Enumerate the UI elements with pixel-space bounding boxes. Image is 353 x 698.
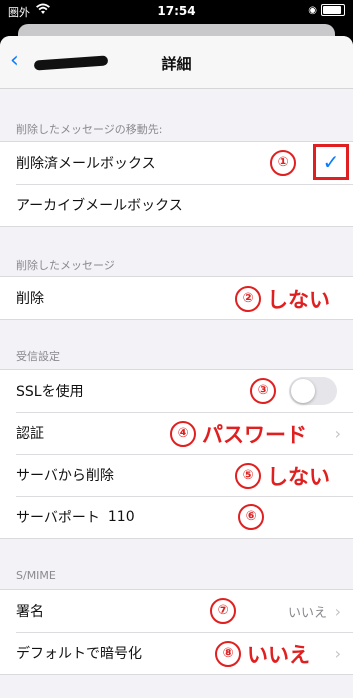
ssl-toggle[interactable] [289, 377, 337, 405]
smime-group: 署名 ⑦ いいえ › デフォルトで暗号化 ⑧ いいえ › [0, 589, 353, 675]
section-header-move-to: 削除したメッセージの移動先: [16, 123, 163, 136]
chevron-right-icon: › [334, 643, 341, 663]
list-item-archive-mailbox[interactable]: アーカイブメールボックス [0, 184, 353, 226]
list-item-encrypt[interactable]: デフォルトで暗号化 ⑧ いいえ › [0, 632, 353, 674]
list-item-delete[interactable]: 削除 ② しない [0, 277, 353, 319]
chevron-right-icon: › [334, 423, 341, 443]
annotation-6: ⑥ [238, 504, 264, 530]
status-time: 17:54 [157, 4, 196, 18]
move-to-group: 削除済メールボックス ① ✓ アーカイブメールボックス [0, 141, 353, 227]
selected-highlight: ✓ [313, 144, 349, 180]
row-label: 削除済メールボックス [16, 156, 156, 172]
row-label: サーバポート [16, 510, 100, 526]
toggle-knob [291, 379, 315, 403]
annotation-7: ⑦ [210, 598, 236, 624]
list-item-sign[interactable]: 署名 ⑦ いいえ › [0, 590, 353, 632]
row-label: デフォルトで暗号化 [16, 646, 142, 662]
chevron-right-icon: › [334, 601, 341, 621]
row-label: アーカイブメールボックス [16, 198, 183, 214]
deleted-messages-group: 削除 ② しない [0, 276, 353, 320]
detail-sheet: ‹ 詳細 削除したメッセージの移動先: 削除済メールボックス ① ✓ アーカイブ… [0, 36, 353, 698]
annotation-1: ① [270, 150, 296, 176]
list-item-server-delete[interactable]: サーバから削除 ⑤ しない [0, 454, 353, 496]
status-right: ◉ [308, 4, 345, 16]
orientation-lock-icon: ◉ [308, 4, 317, 16]
annotation-2: ② しない [235, 284, 330, 314]
incoming-settings-group: SSLを使用 ③ 認証 ④ パスワード › サーバから削除 ⑤ しない サーバポート… [0, 369, 353, 539]
section-header-incoming: 受信設定 [16, 350, 60, 363]
annotation-4: ④ パスワード [170, 419, 307, 449]
row-label: サーバから削除 [16, 468, 114, 484]
sign-value: いいえ [287, 605, 327, 621]
section-header-smime: S/MIME [16, 569, 56, 582]
annotation-8: ⑧ いいえ [215, 639, 310, 669]
list-item-auth[interactable]: 認証 ④ パスワード › [0, 412, 353, 454]
list-item-ssl[interactable]: SSLを使用 ③ [0, 370, 353, 412]
page-title: 詳細 [161, 55, 192, 73]
annotation-3: ③ [250, 378, 276, 404]
status-bar: 圏外 17:54 ◉ [0, 0, 353, 22]
row-label: 削除 [16, 291, 44, 307]
annotation-5: ⑤ しない [235, 461, 330, 491]
list-item-server-port[interactable]: サーバポート 110 ⑥ [0, 496, 353, 538]
row-label: 署名 [16, 604, 44, 620]
row-label: SSLを使用 [16, 384, 84, 400]
server-port-value: 110 [107, 509, 135, 525]
navigation-bar: ‹ 詳細 [0, 36, 353, 89]
list-item-deleted-mailbox[interactable]: 削除済メールボックス ① ✓ [0, 142, 353, 184]
row-label: 認証 [16, 426, 44, 442]
checkmark-icon: ✓ [322, 150, 340, 174]
battery-icon [321, 4, 345, 16]
section-header-deleted-messages: 削除したメッセージ [16, 259, 115, 272]
